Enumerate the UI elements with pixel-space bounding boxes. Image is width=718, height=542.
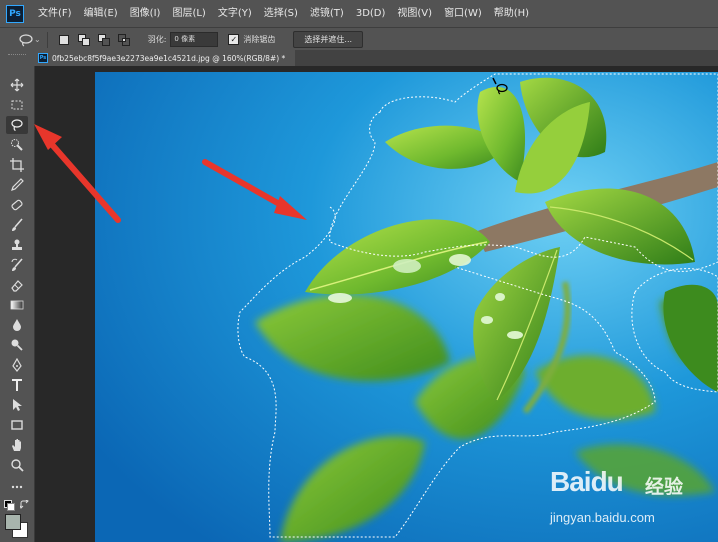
menu-bar: Ps 文件(F) 编辑(E) 图像(I) 图层(L) 文字(Y) 选择(S) 滤… [0,0,718,27]
eraser-icon [11,280,23,292]
options-bar: ⌄ 羽化: 0 像素 ✓ 消除锯齿 选择并遮住... [0,27,718,51]
crop-icon [10,158,24,172]
history-brush-tool[interactable] [6,256,28,274]
marquee-icon [11,100,23,110]
lasso-tool[interactable] [6,116,28,134]
blur-tool[interactable] [6,316,28,334]
blur-icon [13,319,21,331]
pen-tool[interactable] [6,356,28,374]
menu-view[interactable]: 视图(V) [391,0,438,27]
document-tab[interactable]: Ps 0fb25ebc8f5f9ae3e2273ea9e1c4521d.jpg … [34,50,296,66]
rectangle-icon [11,420,23,430]
type-icon [12,379,22,391]
ps-file-icon: Ps [38,53,48,63]
intersect-selection-button[interactable] [117,33,130,46]
menu-image[interactable]: 图像(I) [124,0,167,27]
quick-select-tool[interactable] [6,136,28,154]
toolbox [0,50,35,542]
marquee-tool[interactable] [6,96,28,114]
dodge-tool[interactable] [6,336,28,354]
document-title: 0fb25ebc8f5f9ae3e2273ea9e1c4521d.jpg @ 1… [52,53,286,63]
feather-input[interactable]: 0 像素 [170,32,219,47]
swap-colors-icon[interactable] [20,500,29,509]
move-icon [10,78,24,92]
menu-edit[interactable]: 编辑(E) [78,0,124,27]
stamp-tool[interactable] [6,236,28,254]
menu-file[interactable]: 文件(F) [32,0,78,27]
gradient-icon [10,300,24,310]
watermark-brand: Baidu [550,466,624,497]
document-tab-bar: Ps 0fb25ebc8f5f9ae3e2273ea9e1c4521d.jpg … [34,50,718,66]
menu-filter[interactable]: 滤镜(T) [304,0,350,27]
eyedropper-icon [11,178,24,191]
default-colors-toggle[interactable] [4,500,30,511]
lasso-icon [11,119,23,132]
eyedropper-tool[interactable] [6,176,28,194]
type-tool[interactable] [6,376,28,394]
antialias-label: 消除锯齿 [243,35,276,44]
more-tools[interactable] [6,478,28,496]
subtract-selection-button[interactable] [97,33,110,46]
history-brush-icon [11,258,23,271]
antialias-checkbox[interactable]: ✓ [228,34,240,45]
more-icon [11,485,23,489]
photoshop-logo: Ps [6,4,24,23]
brush-tool[interactable] [6,216,28,234]
zoom-icon [11,459,24,472]
menu-help[interactable]: 帮助(H) [488,0,535,27]
healing-brush-tool[interactable] [6,196,28,214]
crop-tool[interactable] [6,156,28,174]
select-and-mask-button[interactable]: 选择并遮住... [293,31,364,48]
healing-brush-icon [11,199,23,211]
add-selection-button[interactable] [77,33,90,46]
menu-layer[interactable]: 图层(L) [166,0,211,27]
divider [46,31,48,48]
eraser-tool[interactable] [6,276,28,294]
chevron-down-icon[interactable]: ⌄ [34,35,41,44]
stamp-icon [12,239,22,250]
pen-icon [12,358,22,372]
quick-select-icon [11,139,23,151]
watermark-brand-cn: 经验 [645,476,684,498]
gradient-tool[interactable] [6,296,28,314]
lasso-icon [19,33,33,47]
watermark-url: jingyan.baidu.com [550,510,655,525]
dodge-icon [11,339,23,351]
hand-tool[interactable] [6,436,28,454]
hand-icon [12,439,21,451]
menu-3d[interactable]: 3D(D) [350,0,392,27]
brush-icon [12,218,23,231]
path-select-icon [13,399,22,411]
menu-select[interactable]: 选择(S) [258,0,304,27]
baidu-watermark: Baidu 经验 jingyan.baidu.com [550,466,710,530]
rectangle-tool[interactable] [6,416,28,434]
feather-label: 羽化: [147,35,167,44]
foreground-color-swatch[interactable] [5,514,21,530]
zoom-tool[interactable] [6,456,28,474]
path-select-tool[interactable] [6,396,28,414]
menu-type[interactable]: 文字(Y) [212,0,258,27]
toolbox-grip[interactable] [8,54,26,57]
new-selection-button[interactable] [58,34,70,46]
menu-window[interactable]: 窗口(W) [438,0,488,27]
move-tool[interactable] [6,76,28,94]
